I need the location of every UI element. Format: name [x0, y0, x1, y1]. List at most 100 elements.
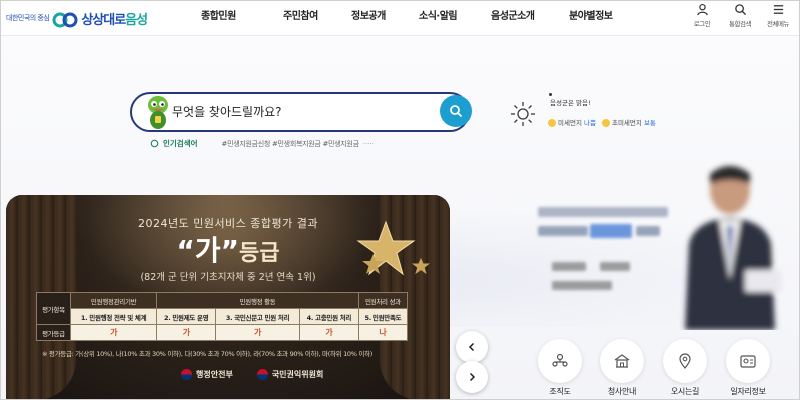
login-label: 로그인: [693, 20, 711, 28]
group-header-3: 민원처리 성과: [357, 292, 409, 309]
fine-dust-status: 나쁨: [584, 119, 596, 127]
org-mois: 행정안전부: [181, 369, 233, 380]
site-header: 대한민국의 중심 상상대로음성 종합민원 주민참여 정보공개 소식·알림 음성군…: [0, 0, 800, 36]
group-header-1: 민원행정관리기반: [69, 292, 158, 309]
org-chart-icon: [552, 353, 568, 367]
popular-tags[interactable]: #민생지원금신청 #민생회복지원금 #민생지원금: [222, 139, 360, 149]
quick-link-circle: [600, 339, 644, 383]
quick-link-directions[interactable]: 오시는길: [655, 339, 715, 397]
smiley-icon: [548, 119, 556, 127]
official-blurred-text: [538, 207, 668, 217]
fine-dust: 미세먼지 나쁨: [548, 117, 596, 127]
quick-link-building[interactable]: 청사안내: [592, 339, 652, 397]
logo-slogan: 상상대로: [81, 12, 126, 28]
search-button[interactable]: [440, 95, 472, 127]
fine-dust-label: 미세먼지: [558, 119, 582, 127]
taegeuk-icon: [181, 369, 192, 380]
smiley-icon: [601, 119, 610, 127]
popular-label: 인기검색어: [163, 139, 198, 148]
gold-star-icon: [362, 254, 384, 274]
hamburger-icon: [773, 5, 783, 14]
eval-item: 1. 민원행정 전략 및 체계: [69, 308, 158, 325]
grade-footnote: ※ 평가등급: 가(상위 10%), 나(10% 초과 30% 이하), 다(3…: [42, 350, 372, 358]
gold-star-icon: [412, 257, 430, 275]
official-blurred-text: [538, 226, 588, 236]
logo-mark-icon: [52, 12, 78, 28]
official-blurred-link[interactable]: [600, 262, 630, 271]
air-quality: 미세먼지 나쁨 초미세먼지 보통: [548, 117, 656, 127]
org-acrc-label: 국민권익위원회: [271, 370, 324, 379]
quick-link-circle: [663, 339, 707, 383]
quick-link-org-chart[interactable]: 조직도: [530, 339, 590, 397]
nav-item-about[interactable]: 음성군소개: [491, 0, 569, 36]
weather-location: 음성군은 맑음!: [550, 99, 591, 107]
nav-item-news[interactable]: 소식·알림: [419, 0, 491, 36]
popular-keywords: 인기검색어 #민생지원금신청 #민생회복지원금 #민생지원금 ·····: [150, 138, 374, 149]
quick-link-jobs[interactable]: 일자리정보: [718, 339, 778, 397]
eval-grade: 나: [357, 324, 409, 341]
official-blurred-text: [636, 226, 660, 236]
official-blurred-link[interactable]: [552, 281, 612, 290]
banner-next-button[interactable]: [456, 361, 488, 393]
unified-search-label: 통합검색: [729, 20, 751, 28]
quick-link-circle: [538, 339, 582, 383]
main-nav: 종합민원 주민참여 정보공개 소식·알림 음성군소개 분야별정보: [201, 0, 639, 36]
taegeuk-icon: [256, 369, 268, 380]
full-menu-button[interactable]: 전체메뉴: [762, 3, 794, 28]
group-header-2: 민원행정 활동: [156, 292, 359, 309]
org-mois-label: 행정안전부: [196, 370, 233, 379]
weather-dot: [549, 93, 552, 96]
nav-item-info-disclosure[interactable]: 정보공개: [351, 0, 419, 36]
mascot-icon: [148, 96, 168, 129]
building-icon: [614, 354, 630, 368]
location-pin-icon: [679, 353, 691, 369]
ultra-dust: 초미세먼지 보통: [601, 117, 656, 127]
row-label-items: 평가항목: [36, 292, 71, 325]
official-blurred-link[interactable]: [552, 262, 586, 271]
more-keywords[interactable]: ·····: [363, 140, 374, 148]
sun-icon: [511, 102, 535, 126]
nav-item-participation[interactable]: 주민참여: [283, 0, 351, 36]
promo-banner[interactable]: 2024년도 민원서비스 종합평가 결과 “가”등급 (82개 군 단위 기초지…: [6, 195, 450, 400]
ultra-dust-status: 보통: [643, 119, 656, 127]
site-logo[interactable]: 대한민국의 중심 상상대로음성: [6, 4, 148, 32]
eval-item: 5. 민원만족도: [357, 308, 409, 325]
grade-suffix: 등급: [239, 241, 280, 266]
logo-city: 음성: [125, 12, 148, 28]
nav-item-civil-service[interactable]: 종합민원: [201, 0, 263, 36]
chevron-left-icon: [468, 342, 475, 352]
job-info-icon: [740, 355, 756, 368]
eval-item: 4. 고충민원 처리: [298, 308, 359, 325]
quick-link-label: 오시는길: [670, 387, 700, 396]
chevron-right-icon: [469, 372, 476, 382]
quick-link-label: 청사안내: [607, 387, 637, 396]
row-label-grade: 평가등급: [36, 324, 71, 341]
eval-item: 3. 국민신문고 민원 처리: [215, 308, 300, 325]
search-icon: [734, 4, 746, 16]
quick-link-label: 일자리정보: [730, 387, 766, 396]
quick-link-circle: [726, 339, 770, 383]
ultra-dust-label: 초미세먼지: [611, 119, 642, 127]
search-icon: [450, 105, 463, 118]
refresh-icon: [150, 139, 159, 148]
eval-grade: 가: [298, 324, 359, 341]
quick-link-label: 조직도: [549, 387, 571, 396]
user-icon: [696, 3, 708, 16]
nav-item-fields[interactable]: 분야별정보: [569, 0, 639, 36]
official-photo: [685, 166, 781, 330]
org-acrc: 국민권익위원회: [256, 369, 324, 380]
grade-value: 가: [194, 234, 221, 267]
official-blurred-name: [590, 224, 632, 238]
eval-item: 2. 민원제도 운영: [156, 308, 217, 325]
eval-grade: 가: [215, 324, 300, 341]
banner-prev-button[interactable]: [456, 331, 488, 363]
unified-search-button[interactable]: 통합검색: [724, 3, 756, 28]
grade-quote-open: “: [176, 234, 195, 267]
evaluation-table: 평가항목 민원행정관리기반 민원행정 활동 민원처리 성과 1. 민원행정 전략…: [36, 292, 409, 341]
utility-menu: 로그인 통합검색 전체메뉴: [686, 3, 794, 28]
search-input[interactable]: [172, 102, 427, 122]
eval-grade: 가: [156, 324, 217, 341]
login-button[interactable]: 로그인: [686, 3, 718, 28]
logo-name: 상상대로음성: [81, 9, 148, 28]
logo-tagline: 대한민국의 중심: [6, 14, 50, 22]
